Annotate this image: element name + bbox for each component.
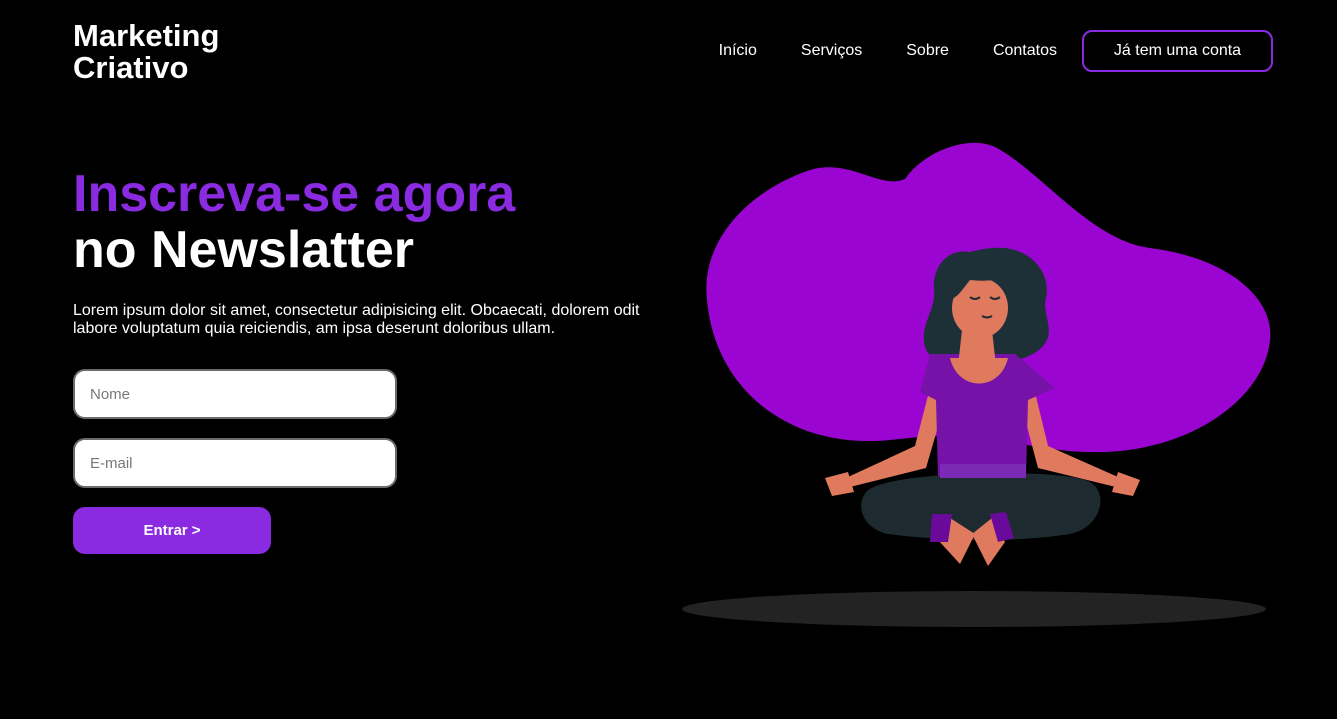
brand-logo[interactable]: Marketing Criativo — [73, 20, 219, 84]
floor-shadow — [682, 591, 1266, 627]
hero-title: Inscreva-se agora no Newslatter — [73, 166, 515, 278]
nav-link-contatos[interactable]: Contatos — [993, 42, 1057, 60]
brand-line-2: Criativo — [73, 50, 189, 85]
account-button[interactable]: Já tem uma conta — [1082, 30, 1273, 72]
nav-link-inicio[interactable]: Início — [719, 42, 757, 60]
meditation-illustration — [682, 142, 1271, 627]
nav-link-servicos[interactable]: Serviços — [801, 42, 862, 60]
brand-line-1: Marketing — [73, 18, 220, 53]
nav-link-sobre[interactable]: Sobre — [906, 42, 949, 60]
main-nav: Início Serviços Sobre Contatos Já tem um… — [719, 30, 1273, 72]
hero-title-line-1: Inscreva-se agora — [73, 165, 516, 223]
left-hand — [825, 472, 854, 496]
right-hand — [1112, 472, 1140, 496]
hero-title-line-2: no Newslatter — [73, 221, 414, 279]
name-input[interactable] — [73, 369, 397, 419]
email-input[interactable] — [73, 438, 397, 488]
hero-description: Lorem ipsum dolor sit amet, consectetur … — [73, 302, 640, 337]
shirt-hem — [940, 464, 1026, 478]
submit-button[interactable]: Entrar > — [73, 507, 271, 554]
